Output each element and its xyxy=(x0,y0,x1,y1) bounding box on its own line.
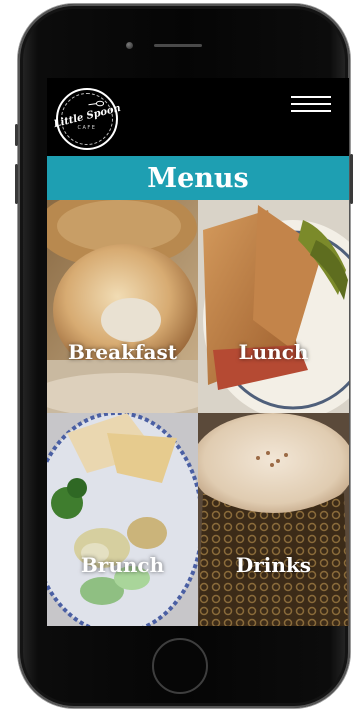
menu-item-label: Drinks xyxy=(235,553,312,577)
drinks-photo xyxy=(198,413,349,626)
menu-item-label: Lunch xyxy=(238,340,309,364)
brunch-photo xyxy=(47,413,198,626)
menu-item-label: Breakfast xyxy=(67,340,178,364)
app-screen: Little Spoon CAFE Menus Breakfast Lunch … xyxy=(47,78,349,626)
page-title: Menus xyxy=(147,162,249,194)
menu-tile-breakfast[interactable]: Breakfast xyxy=(47,200,198,413)
breakfast-photo xyxy=(47,200,198,413)
home-button[interactable] xyxy=(152,638,208,694)
side-power-button xyxy=(350,154,353,204)
hamburger-menu-icon[interactable] xyxy=(291,96,331,112)
volume-up-button xyxy=(15,124,18,146)
lunch-photo xyxy=(198,200,349,413)
menu-tile-brunch[interactable]: Brunch xyxy=(47,413,198,626)
cafe-logo[interactable]: Little Spoon CAFE xyxy=(52,88,122,150)
volume-down-button xyxy=(15,164,18,204)
menu-tile-lunch[interactable]: Lunch xyxy=(198,200,349,413)
menus-header: Menus xyxy=(47,156,349,200)
spoon-icon xyxy=(88,100,104,107)
earpiece-speaker xyxy=(154,44,202,47)
menu-item-label: Brunch xyxy=(80,553,165,577)
front-camera xyxy=(126,42,133,49)
menu-grid: Breakfast Lunch Brunch Drinks xyxy=(47,200,349,626)
menu-tile-drinks[interactable]: Drinks xyxy=(198,413,349,626)
